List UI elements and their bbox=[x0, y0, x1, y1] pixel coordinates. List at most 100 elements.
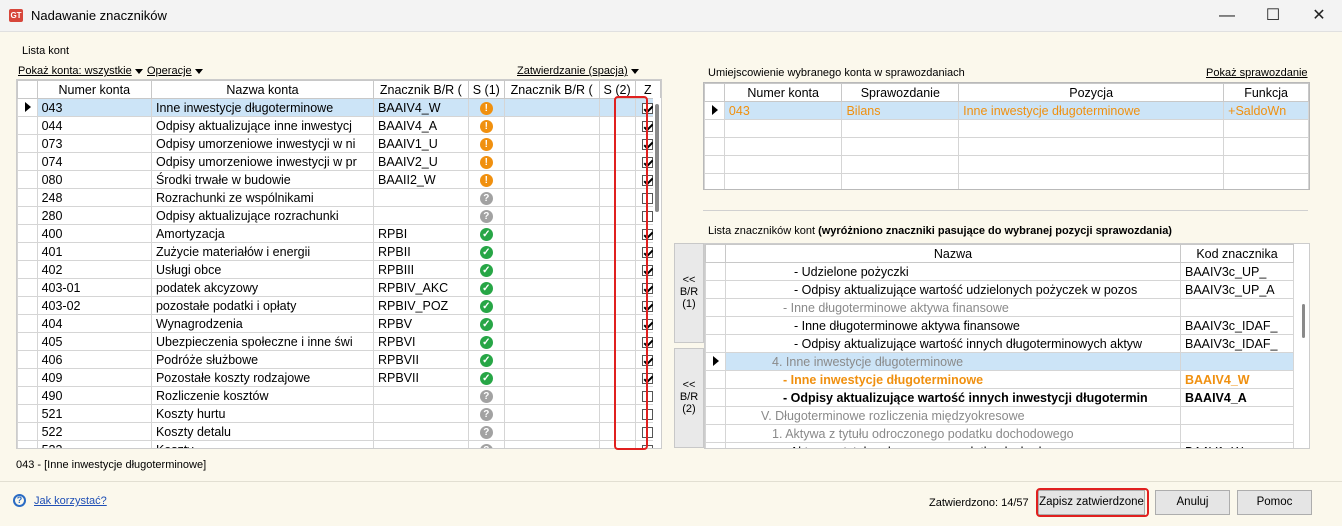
account-row[interactable]: 248 Rozrachunki ze wspólnikami? bbox=[17, 188, 661, 207]
approved-checkbox[interactable] bbox=[642, 390, 654, 402]
col-account-name-header[interactable]: Nazwa konta bbox=[150, 80, 375, 99]
col-status-1-header[interactable]: S (1) bbox=[467, 80, 505, 99]
save-approved-button[interactable]: Zapisz zatwierdzone bbox=[1038, 490, 1145, 515]
account-name: Wynagrodzenia bbox=[150, 314, 375, 333]
scrollbar-thumb[interactable] bbox=[1302, 304, 1305, 338]
col-account-number-header: Numer konta bbox=[723, 83, 843, 102]
row-indicator bbox=[704, 173, 725, 189]
tag-row[interactable]: 4. Inne inwestycje długoterminowe bbox=[705, 352, 1294, 371]
placement-grid[interactable]: Numer konta Sprawozdanie Pozycja Funkcja 04… bbox=[703, 82, 1310, 190]
account-row[interactable]: 406 Podróże służbowe RPBVII ✓ bbox=[17, 350, 661, 369]
account-row[interactable]: 403-01 podatek akcyzowy RPBIV_AKC ✓ bbox=[17, 278, 661, 297]
tag-row[interactable]: - Odpisy aktualizujące wartość innych dł… bbox=[705, 334, 1294, 353]
show-accounts-dropdown[interactable]: Pokaż konta: wszystkie bbox=[18, 65, 143, 77]
account-row[interactable]: 522 Koszty detalu? bbox=[17, 422, 661, 441]
approved-checkbox[interactable] bbox=[642, 264, 654, 276]
account-row[interactable]: 409 Pozostałe koszty rodzajowe RPBVII ✓ bbox=[17, 368, 661, 387]
account-row[interactable]: 402 Usługi obce RPBIII ✓ bbox=[17, 260, 661, 279]
approved-checkbox[interactable] bbox=[642, 408, 654, 420]
chevron-down-icon bbox=[194, 68, 203, 74]
approved-checkbox[interactable] bbox=[642, 192, 654, 204]
approved-checkbox[interactable] bbox=[642, 174, 654, 186]
tags-grid[interactable]: Nazwa Kod znacznika - Udzielone pożyczki B… bbox=[704, 243, 1310, 449]
maximize-button[interactable]: ☐ bbox=[1250, 0, 1296, 32]
br-tag-2 bbox=[503, 170, 600, 189]
approved-checkbox[interactable] bbox=[642, 282, 654, 294]
show-report-link[interactable]: Pokaż sprawozdanie bbox=[1206, 67, 1308, 79]
account-row[interactable]: 401 Zużycie materiałów i energii RPBII ✓ bbox=[17, 242, 661, 261]
close-button[interactable]: ✕ bbox=[1296, 0, 1342, 32]
account-row[interactable]: 073 Odpisy umorzeniowe inwestycji w ni BAA… bbox=[17, 134, 661, 153]
account-name: pozostałe podatki i opłaty bbox=[150, 296, 375, 315]
tag-row[interactable]: - Inne długoterminowe aktywa finansowe BA… bbox=[705, 316, 1294, 335]
tag-row[interactable]: - Odpisy aktualizujące wartość innych in… bbox=[705, 388, 1294, 407]
empty-cell bbox=[1223, 173, 1309, 189]
minimize-button[interactable]: — bbox=[1204, 0, 1250, 32]
approved-checkbox[interactable] bbox=[642, 354, 654, 366]
status-1-cell: ! bbox=[467, 98, 505, 117]
account-number: 403-01 bbox=[36, 278, 152, 297]
col-br-tag-1-header[interactable]: Znacznik B/R ( bbox=[373, 80, 469, 99]
approved-checkbox[interactable] bbox=[642, 102, 654, 114]
status-question-icon: ? bbox=[479, 390, 493, 403]
col-br-tag-2-header[interactable]: Znacznik B/R ( bbox=[503, 80, 600, 99]
account-name: Koszty ... bbox=[150, 440, 375, 448]
approved-checkbox[interactable] bbox=[642, 138, 654, 150]
tags-scrollbar[interactable] bbox=[1299, 262, 1308, 448]
approved-checkbox[interactable] bbox=[642, 318, 654, 330]
account-name: Usługi obce bbox=[150, 260, 375, 279]
assign-br2-button[interactable]: << B/R (2) bbox=[674, 348, 704, 448]
col-status-2-header[interactable]: S (2) bbox=[598, 80, 636, 99]
approved-checkbox[interactable] bbox=[642, 156, 654, 168]
br-tag-1 bbox=[373, 188, 469, 207]
col-account-number-header[interactable]: Numer konta bbox=[36, 80, 152, 99]
tag-row[interactable]: - Inne długoterminowe aktywa finansowe bbox=[705, 298, 1294, 317]
approved-checkbox[interactable] bbox=[642, 444, 654, 448]
approved-checkbox[interactable] bbox=[642, 300, 654, 312]
account-row[interactable]: 400 Amortyzacja RPBI ✓ bbox=[17, 224, 661, 243]
tag-row[interactable]: - Inne inwestycje długoterminowe BAAIV4_W bbox=[705, 370, 1294, 389]
approval-dropdown[interactable]: Zatwierdzanie (spacja) bbox=[517, 65, 639, 77]
approved-checkbox[interactable] bbox=[642, 246, 654, 258]
account-row[interactable]: 043 Inne inwestycje długoterminowe BAAIV4_… bbox=[17, 98, 661, 117]
tag-code: BAAIV4_W bbox=[1180, 370, 1294, 389]
account-row[interactable]: 044 Odpisy aktualizujące inne inwestycj BA… bbox=[17, 116, 661, 135]
row-indicator bbox=[705, 388, 726, 407]
tag-row[interactable]: - Odpisy aktualizujące wartość udzielony… bbox=[705, 280, 1294, 299]
account-row[interactable]: 403-02 pozostałe podatki i opłaty RPBIV_PO… bbox=[17, 296, 661, 315]
window-title: Nadawanie znaczników bbox=[31, 8, 167, 23]
row-indicator bbox=[17, 134, 38, 153]
assign-br1-button[interactable]: << B/R (1) bbox=[674, 243, 704, 343]
account-row[interactable]: 490 Rozliczenie kosztów? bbox=[17, 386, 661, 405]
br-tag-2 bbox=[503, 386, 600, 405]
accounts-grid[interactable]: Numer konta Nazwa konta Znacznik B/R (S (1… bbox=[16, 79, 662, 449]
approved-checkbox[interactable] bbox=[642, 210, 654, 222]
accounts-scrollbar[interactable] bbox=[653, 98, 661, 448]
account-row[interactable]: 521 Koszty hurtu? bbox=[17, 404, 661, 423]
tag-row[interactable]: V. Długoterminowe rozliczenia międzyokre… bbox=[705, 406, 1294, 425]
btn-label: B/R bbox=[679, 391, 699, 403]
cancel-button[interactable]: Anuluj bbox=[1155, 490, 1230, 515]
placement-row[interactable]: 043 Bilans Inne inwestycje długoterminowe +… bbox=[704, 101, 1309, 120]
approved-checkbox[interactable] bbox=[642, 372, 654, 384]
account-row[interactable]: 280 Odpisy aktualizujące rozrachunki? bbox=[17, 206, 661, 225]
account-row[interactable]: 074 Odpisy umorzeniowe inwestycji w pr BAA… bbox=[17, 152, 661, 171]
tag-row[interactable]: - Aktywa z tytułu odroczonego podatku do… bbox=[705, 442, 1294, 448]
help-button[interactable]: Pomoc bbox=[1237, 490, 1312, 515]
tag-row[interactable]: 1. Aktywa z tytułu odroczonego podatku d… bbox=[705, 424, 1294, 443]
approved-checkbox[interactable] bbox=[642, 120, 654, 132]
approved-checkbox[interactable] bbox=[642, 336, 654, 348]
account-row[interactable]: 080 Środki trwałe w budowie BAAII2_W! bbox=[17, 170, 661, 189]
approved-checkbox[interactable] bbox=[642, 228, 654, 240]
account-row[interactable]: 405 Ubezpieczenia społeczne i inne świ RPB… bbox=[17, 332, 661, 351]
tag-row[interactable]: - Udzielone pożyczki BAAIV3c_UP_ bbox=[705, 262, 1294, 281]
account-row[interactable]: 404 Wynagrodzenia RPBV ✓ bbox=[17, 314, 661, 333]
col-position-header: Pozycja bbox=[958, 83, 1225, 102]
col-approved-header[interactable]: Z bbox=[634, 80, 661, 99]
account-row[interactable]: 523Koszty ...? bbox=[17, 440, 661, 448]
show-accounts-label: Pokaż konta: wszystkie bbox=[18, 65, 132, 77]
scrollbar-thumb[interactable] bbox=[655, 104, 659, 212]
how-to-use-link[interactable]: Jak korzystać? bbox=[34, 495, 107, 507]
operations-dropdown[interactable]: Operacje bbox=[147, 65, 203, 77]
approved-checkbox[interactable] bbox=[642, 426, 654, 438]
